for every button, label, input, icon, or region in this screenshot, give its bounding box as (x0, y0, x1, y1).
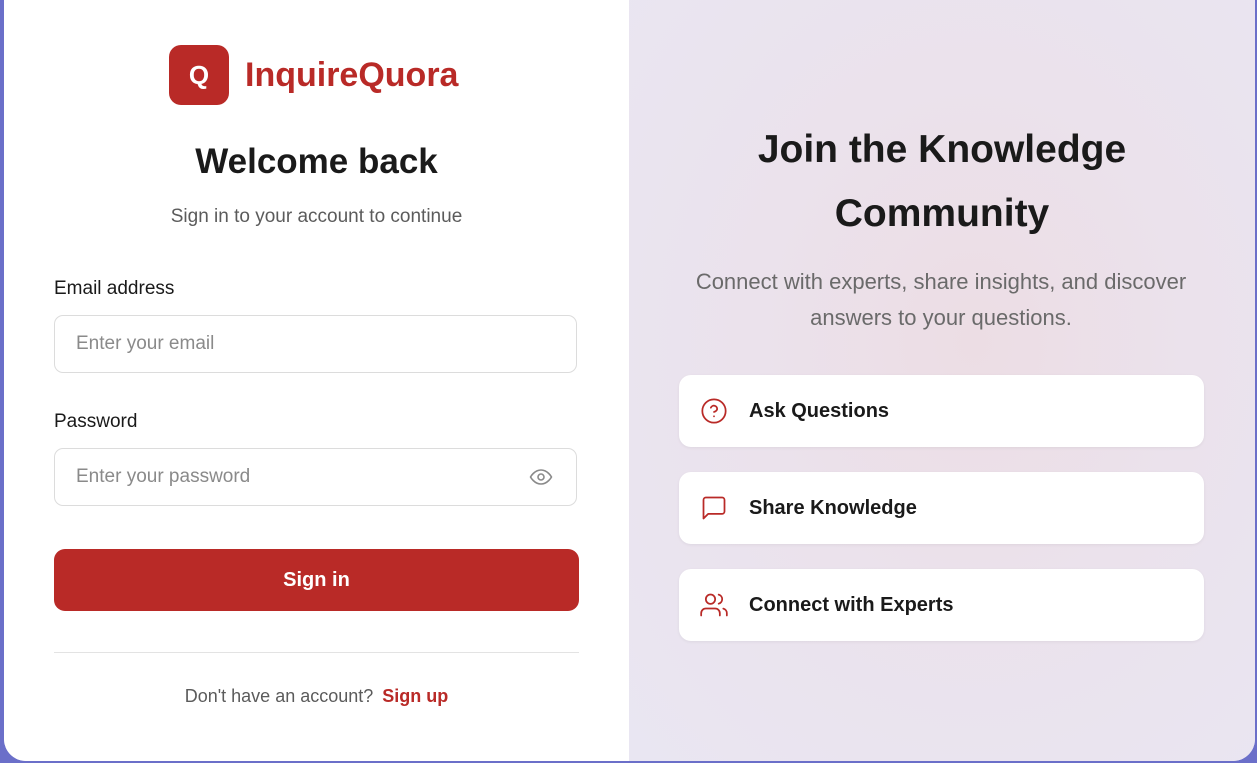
page-title: Welcome back (195, 142, 438, 181)
login-panel: Q InquireQuora Welcome back Sign in to y… (4, 0, 629, 761)
feature-label: Share Knowledge (749, 496, 917, 519)
password-field-wrapper (54, 448, 577, 506)
feature-card-ask-questions: Ask Questions (679, 375, 1204, 447)
signup-prompt: Don't have an account? Sign up (4, 686, 629, 707)
feature-card-share-knowledge: Share Knowledge (679, 472, 1204, 544)
question-circle-icon (699, 396, 729, 426)
message-square-icon (699, 493, 729, 523)
email-label: Email address (54, 278, 175, 299)
auth-card: Q InquireQuora Welcome back Sign in to y… (4, 0, 1255, 761)
feature-label: Connect with Experts (749, 593, 954, 616)
password-label: Password (54, 411, 138, 432)
brand-logo: Q (169, 45, 229, 105)
sign-up-link[interactable]: Sign up (382, 686, 448, 706)
promo-panel: Join the Knowledge Community Connect wit… (629, 0, 1255, 761)
email-field[interactable] (55, 316, 516, 372)
promo-subtitle-line2: answers to your questions. (810, 305, 1072, 330)
brand: Q InquireQuora (169, 45, 458, 105)
promo-subtitle: Connect with experts, share insights, an… (689, 264, 1193, 336)
page-subtitle: Sign in to your account to continue (170, 206, 463, 227)
eye-icon[interactable] (528, 465, 554, 489)
divider (54, 652, 579, 653)
users-icon (699, 590, 729, 620)
promo-subtitle-line1: Connect with experts, share insights, an… (695, 269, 1187, 294)
promo-title-line2: Community (834, 192, 1050, 235)
email-field-wrapper (54, 315, 577, 373)
brand-name: InquireQuora (245, 55, 459, 94)
password-field[interactable] (55, 449, 516, 505)
no-account-text: Don't have an account? (184, 686, 374, 706)
sign-in-button[interactable]: Sign in (54, 549, 579, 611)
promo-title: Join the Knowledge Community (629, 118, 1255, 246)
promo-title-line1: Join the Knowledge (757, 128, 1127, 171)
feature-label: Ask Questions (749, 399, 890, 422)
feature-card-connect-experts: Connect with Experts (679, 569, 1204, 641)
